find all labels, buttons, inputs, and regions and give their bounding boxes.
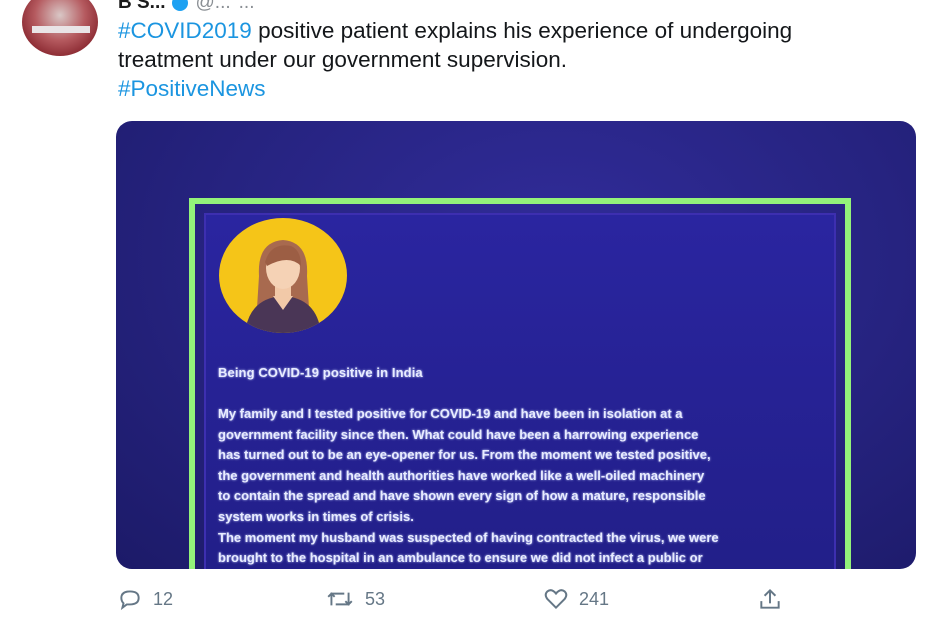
card-body-line: to contain the spread and have shown eve… bbox=[218, 488, 706, 504]
tweet-text-line-1: #COVID2019 positive patient explains his… bbox=[118, 16, 918, 45]
author-avatar[interactable] bbox=[22, 0, 98, 56]
verified-badge-icon bbox=[171, 0, 188, 11]
person-avatar-icon bbox=[219, 218, 347, 333]
hashtag-positivenews[interactable]: #PositiveNews bbox=[118, 74, 918, 103]
tweet-actions: 12 53 241 bbox=[0, 586, 945, 618]
tweet-text-line-2: treatment under our government supervisi… bbox=[118, 47, 567, 72]
avatar-stripe bbox=[32, 26, 90, 33]
retweet-button[interactable]: 53 bbox=[325, 586, 385, 616]
card-body-line: the government and health authorities ha… bbox=[218, 467, 705, 483]
tweet-header: B S... @...... bbox=[118, 0, 255, 13]
retweet-icon bbox=[327, 592, 353, 606]
card-body-line: brought to the hospital in an ambulance … bbox=[218, 550, 703, 566]
retweet-count: 53 bbox=[365, 588, 386, 609]
card-body-line: system works in times of crisis. bbox=[218, 508, 414, 524]
more-options-icon[interactable]: ... bbox=[239, 0, 255, 13]
reply-count: 12 bbox=[153, 588, 174, 609]
card-body-line: government facility since then. What cou… bbox=[218, 426, 699, 442]
tweet-text-line-1-rest: positive patient explains his experience… bbox=[251, 18, 793, 43]
card-body: My family and I tested positive for COVI… bbox=[218, 404, 828, 569]
tweet-text: #COVID2019 positive patient explains his… bbox=[118, 16, 918, 103]
heart-icon bbox=[544, 589, 568, 610]
tweet-media-image[interactable]: Being COVID-19 positive in India My fami… bbox=[116, 121, 916, 569]
card-body-line: The moment my husband was suspected of h… bbox=[218, 529, 719, 545]
hashtag-covid2019[interactable]: #COVID2019 bbox=[118, 18, 252, 43]
card-body-line: My family and I tested positive for COVI… bbox=[218, 406, 683, 421]
share-button[interactable] bbox=[757, 586, 783, 616]
author-handle[interactable]: @... bbox=[196, 0, 231, 13]
author-name[interactable]: B S... bbox=[118, 0, 166, 13]
reply-icon bbox=[120, 590, 140, 611]
like-count: 241 bbox=[579, 588, 610, 609]
like-button[interactable]: 241 bbox=[543, 586, 609, 616]
share-icon bbox=[760, 588, 780, 609]
card-heading: Being COVID-19 positive in India bbox=[218, 365, 423, 380]
reply-button[interactable]: 12 bbox=[117, 586, 173, 616]
card-body-line: has turned out to be an eye-opener for u… bbox=[218, 447, 711, 463]
